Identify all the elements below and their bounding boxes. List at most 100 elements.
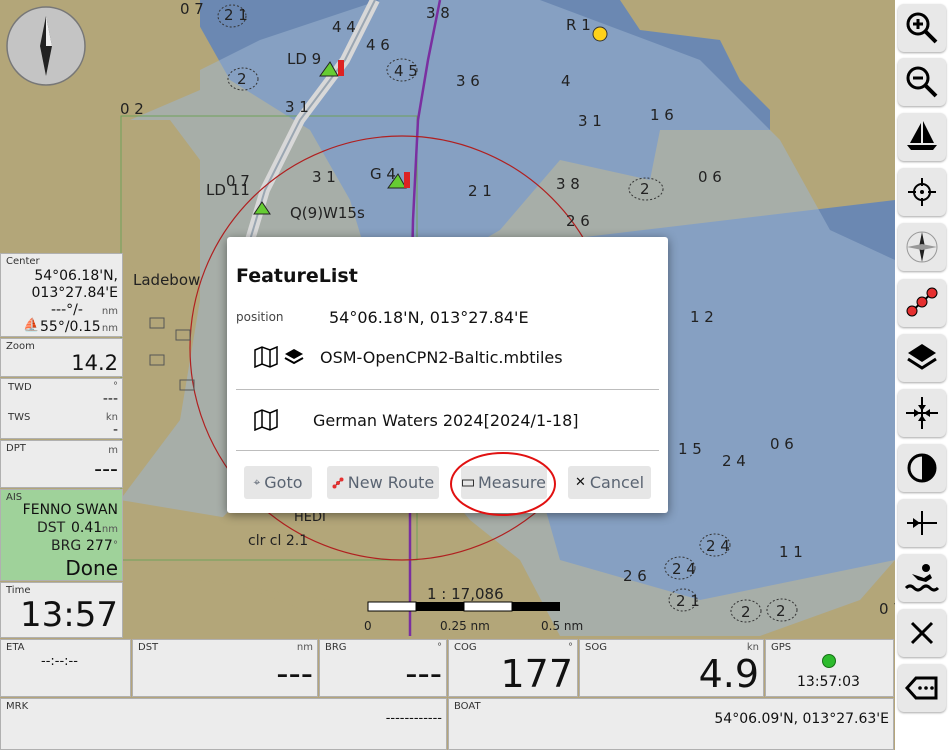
dpt-label: DPT (6, 443, 26, 454)
sounding: 4 6 (366, 36, 390, 54)
dpt-value: --- (94, 457, 118, 482)
sounding: 3 6 (456, 72, 480, 90)
twd-value: --- (102, 391, 118, 407)
boat-position: 54°06.09'N, 013°27.63'E (714, 711, 889, 727)
zoom-value: 14.2 (71, 351, 118, 375)
ais-dst-value: 0.41 (71, 520, 103, 536)
gps-label: GPS (771, 642, 792, 653)
mrk-label: MRK (6, 701, 29, 712)
new-route-button[interactable]: New Route (327, 466, 439, 499)
dst-panel[interactable]: DST nm --- (132, 639, 318, 697)
zoom-in-icon (906, 12, 938, 44)
mrk-panel[interactable]: MRK ------------ (0, 698, 447, 750)
buoy-label-ld9: LD 9 (287, 50, 322, 68)
boat-lock-button[interactable] (898, 113, 946, 161)
dialog-title: FeatureList (236, 265, 358, 287)
sounding: 0 7 (226, 172, 250, 190)
sounding: 2 (741, 603, 751, 621)
highlight-ellipse (450, 452, 556, 516)
cancel-button[interactable]: ✕ Cancel (568, 466, 651, 499)
sounding: 4 (561, 72, 571, 90)
scale-ratio: 1 : 17,086 (427, 585, 504, 603)
sounding: 1 5 (678, 440, 702, 458)
back-button[interactable] (898, 664, 946, 712)
man-overboard-icon (904, 564, 940, 592)
eta-value: --:--:-- (41, 654, 78, 669)
feature-item-label: OSM-OpenCPN2-Baltic.mbtiles (320, 347, 563, 367)
night-mode-button[interactable] (898, 444, 946, 492)
cog-label: COG (454, 642, 477, 653)
dst-unit: nm (296, 642, 313, 653)
zoom-panel[interactable]: Zoom 14.2 (0, 338, 123, 377)
feature-list-dialog: FeatureList position 54°06.18'N, 013°27.… (227, 237, 668, 516)
ais-panel[interactable]: AIS FENNO SWAN DST 0.41 nm BRG 277 ° Don… (0, 489, 123, 581)
layers-icon (284, 349, 304, 365)
eta-panel[interactable]: ETA --:--:-- (0, 639, 131, 697)
close-button[interactable] (898, 609, 946, 657)
depth-panel[interactable]: DPT m --- (0, 440, 123, 488)
back-tag-icon (904, 676, 938, 700)
cancel-icon: ✕ (574, 475, 586, 490)
feature-item-german-waters[interactable]: German Waters 2024[2024/1-18] (254, 409, 579, 431)
route-button[interactable] (898, 279, 946, 327)
eta-label: ETA (6, 642, 25, 653)
mob-button[interactable] (898, 554, 946, 602)
tws-label: TWS (8, 412, 31, 423)
center-position-button[interactable] (898, 168, 946, 216)
new-route-label: New Route (347, 473, 435, 492)
right-toolbar (895, 0, 950, 750)
target-line-icon (907, 511, 937, 535)
clearance-label: clr cl 2.1 (248, 533, 309, 549)
center-bearing-dist: ---°/- (51, 302, 83, 318)
feature-item-osm[interactable]: OSM-OpenCPN2-Baltic.mbtiles (254, 346, 563, 368)
compass-button[interactable] (898, 223, 946, 271)
twd-label: TWD (8, 382, 32, 393)
ais-name: FENNO SWAN (22, 502, 118, 518)
time-value: 13:57 (20, 595, 118, 635)
zoom-out-button[interactable] (898, 58, 946, 106)
sounding: 2 6 (566, 212, 590, 230)
layers-icon (907, 344, 937, 370)
sog-panel[interactable]: SOG kn 4.9 (579, 639, 764, 697)
dst-value: --- (276, 654, 313, 694)
sounding: 3 1 (285, 98, 309, 116)
goto-button[interactable]: ⌖ Goto (244, 466, 312, 499)
light-label: Q(9)W15s (290, 204, 365, 222)
position-label: position (236, 310, 284, 324)
boat-label: BOAT (454, 701, 481, 712)
brg-panel[interactable]: BRG ° --- (319, 639, 447, 697)
boat-icon: ⛵ (23, 318, 40, 333)
sounding: 2 4 (672, 560, 696, 578)
boat-panel[interactable]: BOAT 54°06.09'N, 013°27.63'E (448, 698, 894, 750)
time-panel[interactable]: Time 13:57 (0, 582, 123, 638)
sounding: 4 4 (332, 18, 356, 36)
anchor-watch-button[interactable] (898, 389, 946, 437)
crosshair-icon (908, 178, 936, 206)
cog-value: 177 (500, 652, 573, 696)
buoy-label-r1: R 1 (566, 16, 591, 34)
compass-icon (906, 231, 938, 263)
gps-panel[interactable]: GPS 13:57:03 (765, 639, 894, 697)
scale-tick-2: 0.5 nm (541, 619, 584, 633)
zoom-label: Zoom (6, 341, 35, 352)
center-unit-2: nm (101, 323, 118, 334)
layers-button[interactable] (898, 334, 946, 382)
place-label-ladebow: Ladebow (133, 271, 201, 289)
ais-label: AIS (6, 492, 23, 503)
gps-time: 13:57:03 (797, 674, 860, 690)
ais-brg-value: 277 (86, 538, 113, 554)
center-boat-value: 55°/0.15 (40, 319, 101, 335)
center-lon: 013°27.84'E (31, 285, 119, 301)
ais-dst-unit: nm (101, 524, 118, 535)
zoom-in-button[interactable] (898, 4, 946, 52)
wind-panel[interactable]: TWD ° --- TWS kn - (0, 378, 123, 439)
sounding: 0 2 (120, 100, 144, 118)
cog-panel[interactable]: COG ° 177 (448, 639, 578, 697)
ais-status: Done (65, 556, 118, 580)
close-icon (910, 621, 934, 645)
center-panel[interactable]: Center 54°06.18'N, 013°27.84'E ---°/- nm… (0, 253, 123, 337)
sounding: 0 6 (698, 168, 722, 186)
sounding: 2 (640, 180, 650, 198)
cancel-label: Cancel (589, 473, 645, 492)
measure-mode-button[interactable] (898, 499, 946, 547)
